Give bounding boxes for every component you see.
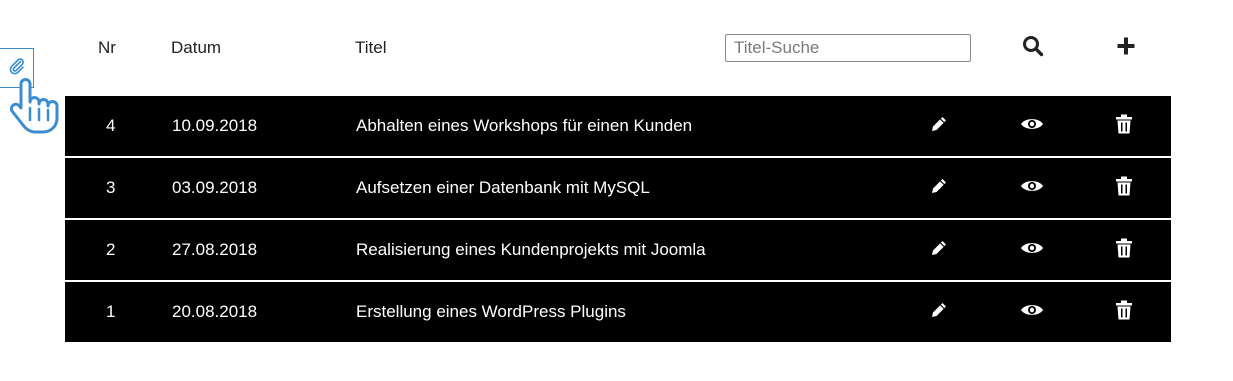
cell-titel: Abhalten eines Workshops für einen Kunde… xyxy=(356,116,693,135)
cell-datum: 20.08.2018 xyxy=(172,302,258,321)
eye-icon xyxy=(1020,240,1044,261)
cell-datum: 03.09.2018 xyxy=(172,178,258,197)
cell-datum: 10.09.2018 xyxy=(172,116,258,135)
cell-titel: Realisierung eines Kundenprojekts mit Jo… xyxy=(356,240,706,259)
pencil-icon xyxy=(929,176,949,201)
search-icon xyxy=(1022,35,1044,62)
pencil-icon xyxy=(929,300,949,325)
view-button[interactable] xyxy=(1019,176,1045,200)
cell-nr: 2 xyxy=(106,240,116,259)
column-header-datum: Datum xyxy=(171,38,222,57)
table-header: Nr Datum Titel xyxy=(65,0,1171,96)
table-row: 1 20.08.2018 Erstellung eines WordPress … xyxy=(65,282,1171,342)
paperclip-icon xyxy=(7,56,27,81)
entries-table: 4 10.09.2018 Abhalten eines Workshops fü… xyxy=(65,96,1171,344)
trash-icon xyxy=(1115,176,1133,201)
delete-button[interactable] xyxy=(1112,176,1136,200)
cell-nr: 1 xyxy=(106,302,116,321)
column-header-titel: Titel xyxy=(355,38,387,57)
eye-icon xyxy=(1020,302,1044,323)
table-row: 3 03.09.2018 Aufsetzen einer Datenbank m… xyxy=(65,158,1171,218)
delete-button[interactable] xyxy=(1112,114,1136,138)
edit-button[interactable] xyxy=(927,238,951,262)
eye-icon xyxy=(1020,178,1044,199)
page: Nr Datum Titel 4 10.09.2018 xyxy=(0,0,1233,381)
edit-button[interactable] xyxy=(927,176,951,200)
table-row: 2 27.08.2018 Realisierung eines Kundenpr… xyxy=(65,220,1171,280)
cell-nr: 4 xyxy=(106,116,116,135)
hand-pointer-icon xyxy=(8,78,62,139)
cell-datum: 27.08.2018 xyxy=(172,240,258,259)
trash-icon xyxy=(1115,300,1133,325)
column-header-nr: Nr xyxy=(98,38,116,57)
table-row: 4 10.09.2018 Abhalten eines Workshops fü… xyxy=(65,96,1171,156)
eye-icon xyxy=(1020,116,1044,137)
view-button[interactable] xyxy=(1019,114,1045,138)
add-button[interactable] xyxy=(1111,33,1141,63)
trash-icon xyxy=(1115,238,1133,263)
trash-icon xyxy=(1115,114,1133,139)
cell-titel: Erstellung eines WordPress Plugins xyxy=(356,302,626,321)
delete-button[interactable] xyxy=(1112,238,1136,262)
search-button[interactable] xyxy=(1018,33,1048,63)
pencil-icon xyxy=(929,114,949,139)
delete-button[interactable] xyxy=(1112,300,1136,324)
view-button[interactable] xyxy=(1019,238,1045,262)
cell-titel: Aufsetzen einer Datenbank mit MySQL xyxy=(356,178,650,197)
edit-button[interactable] xyxy=(927,114,951,138)
edit-button[interactable] xyxy=(927,300,951,324)
pencil-icon xyxy=(929,238,949,263)
search-input[interactable] xyxy=(725,34,971,62)
plus-icon xyxy=(1116,36,1136,61)
cell-nr: 3 xyxy=(106,178,116,197)
view-button[interactable] xyxy=(1019,300,1045,324)
